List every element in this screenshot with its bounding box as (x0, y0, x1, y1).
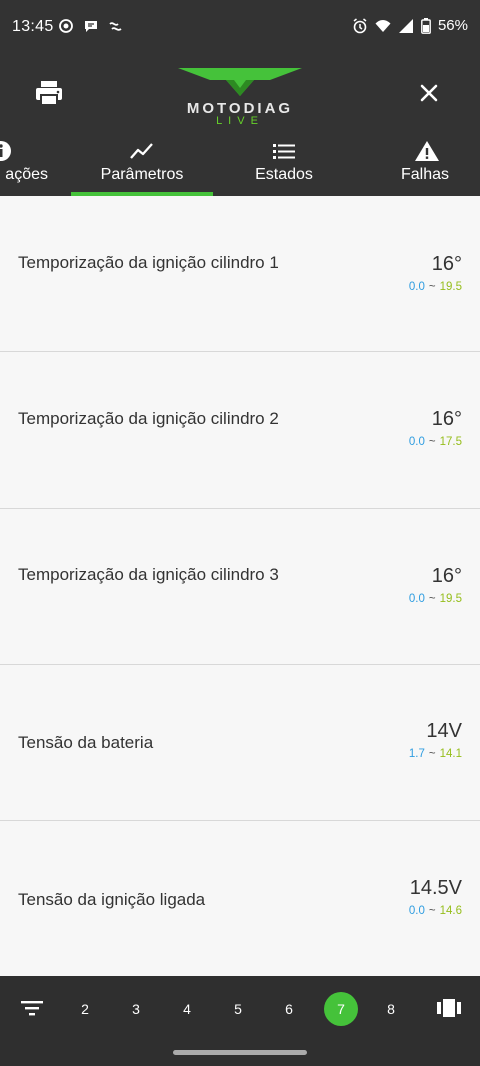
home-indicator[interactable] (173, 1050, 307, 1055)
range-max: 14.1 (439, 748, 462, 760)
parameter-range: 0.0 ~19.5 (409, 281, 462, 293)
range-min: 0.0 (408, 905, 425, 917)
parameter-name: Temporização da ignição cilindro 3 (18, 565, 279, 584)
battery-percent: 56% (437, 17, 468, 34)
parameter-row[interactable]: Tensão da ignição ligada 14.5V 0.0 ~14.6 (0, 821, 480, 976)
parameter-range: 0.0 ~19.5 (409, 593, 462, 605)
parameter-name: Tensão da ignição ligada (18, 890, 206, 909)
range-min: 0.0 (408, 593, 425, 605)
warning-icon (415, 141, 439, 161)
trend-line-icon (130, 143, 153, 159)
range-separator: ~ (428, 281, 436, 293)
tab-label: Parâmetros (100, 166, 184, 183)
parameter-list: Temporização da ignição cilindro 1 16° 0… (0, 196, 480, 976)
parameter-range: 0.0 ~14.6 (409, 905, 462, 917)
parameter-value: 14.5V (409, 877, 462, 899)
info-icon (0, 141, 11, 161)
range-separator: ~ (428, 436, 436, 448)
range-max: 19.5 (439, 593, 462, 605)
parameter-name: Temporização da ignição cilindro 1 (18, 253, 279, 272)
range-min: 0.0 (408, 281, 425, 293)
page-7-button[interactable]: 7 (324, 992, 358, 1026)
range-separator: ~ (428, 748, 436, 760)
chat-bubble-icon (85, 21, 97, 32)
tab-estados[interactable]: Estados (213, 136, 355, 196)
wavy-arrow-icon (109, 22, 122, 31)
parameter-name: Tensão da bateria (18, 733, 154, 752)
wifi-icon (375, 19, 391, 32)
status-time: 13:45 (12, 18, 54, 35)
parameter-row[interactable]: Tensão da bateria 14V 1.7 ~14.1 (0, 665, 480, 821)
logo-wings-icon (178, 68, 302, 96)
parameter-row[interactable]: Temporização da ignição cilindro 2 16° 0… (0, 353, 480, 509)
parameter-value: 16° (431, 408, 462, 430)
parameter-value: 14V (426, 720, 462, 742)
tab-label: Estados (255, 166, 313, 183)
status-bar: 13:45 56% (0, 0, 480, 56)
alarm-icon (353, 17, 367, 33)
print-icon[interactable] (32, 78, 66, 108)
filter-icon[interactable] (20, 998, 44, 1018)
parameter-row[interactable]: Temporização da ignição cilindro 3 16° 0… (0, 509, 480, 665)
close-icon[interactable] (414, 78, 444, 108)
tab-parametros[interactable]: Parâmetros (71, 136, 213, 196)
tab-label: Falhas (401, 166, 450, 183)
parameter-value: 16° (431, 253, 462, 275)
range-min: 0.0 (408, 436, 425, 448)
range-min: 1.7 (408, 748, 425, 760)
range-separator: ~ (428, 905, 436, 917)
logo-subtitle: LIVE (216, 115, 264, 127)
page-5-button[interactable]: 5 (221, 992, 255, 1026)
tab-falhas[interactable]: Falhas (356, 136, 480, 196)
app-header: MOTODIAG LIVE ações Parâmetros Estados F… (0, 56, 480, 196)
parameter-row[interactable]: Temporização da ignição cilindro 1 16° 0… (0, 196, 480, 352)
page-6-button[interactable]: 6 (272, 992, 306, 1026)
motodiag-logo: MOTODIAG LIVE (170, 64, 310, 130)
tab-informacoes[interactable]: ações (0, 136, 70, 196)
parameter-range: 1.7 ~14.1 (409, 748, 462, 760)
parameter-range: 0.0 ~17.5 (409, 436, 462, 448)
record-icon (59, 19, 73, 33)
range-max: 14.6 (439, 905, 462, 917)
tab-bar: ações Parâmetros Estados Falhas (0, 136, 480, 196)
list-icon (273, 144, 295, 159)
bottom-pagination-bar: 2 3 4 5 6 7 8 (0, 976, 480, 1066)
battery-icon (421, 17, 431, 34)
signal-icon (398, 18, 413, 33)
parameter-value: 16° (431, 565, 462, 587)
parameter-name: Temporização da ignição cilindro 2 (18, 409, 279, 428)
range-max: 17.5 (439, 436, 462, 448)
page-2-button[interactable]: 2 (68, 992, 102, 1026)
view-carousel-icon[interactable] (436, 998, 462, 1018)
page-8-button[interactable]: 8 (374, 992, 408, 1026)
page-3-button[interactable]: 3 (119, 992, 153, 1026)
range-separator: ~ (428, 593, 436, 605)
tab-label: ações (5, 166, 48, 183)
page-4-button[interactable]: 4 (170, 992, 204, 1026)
range-max: 19.5 (439, 281, 462, 293)
